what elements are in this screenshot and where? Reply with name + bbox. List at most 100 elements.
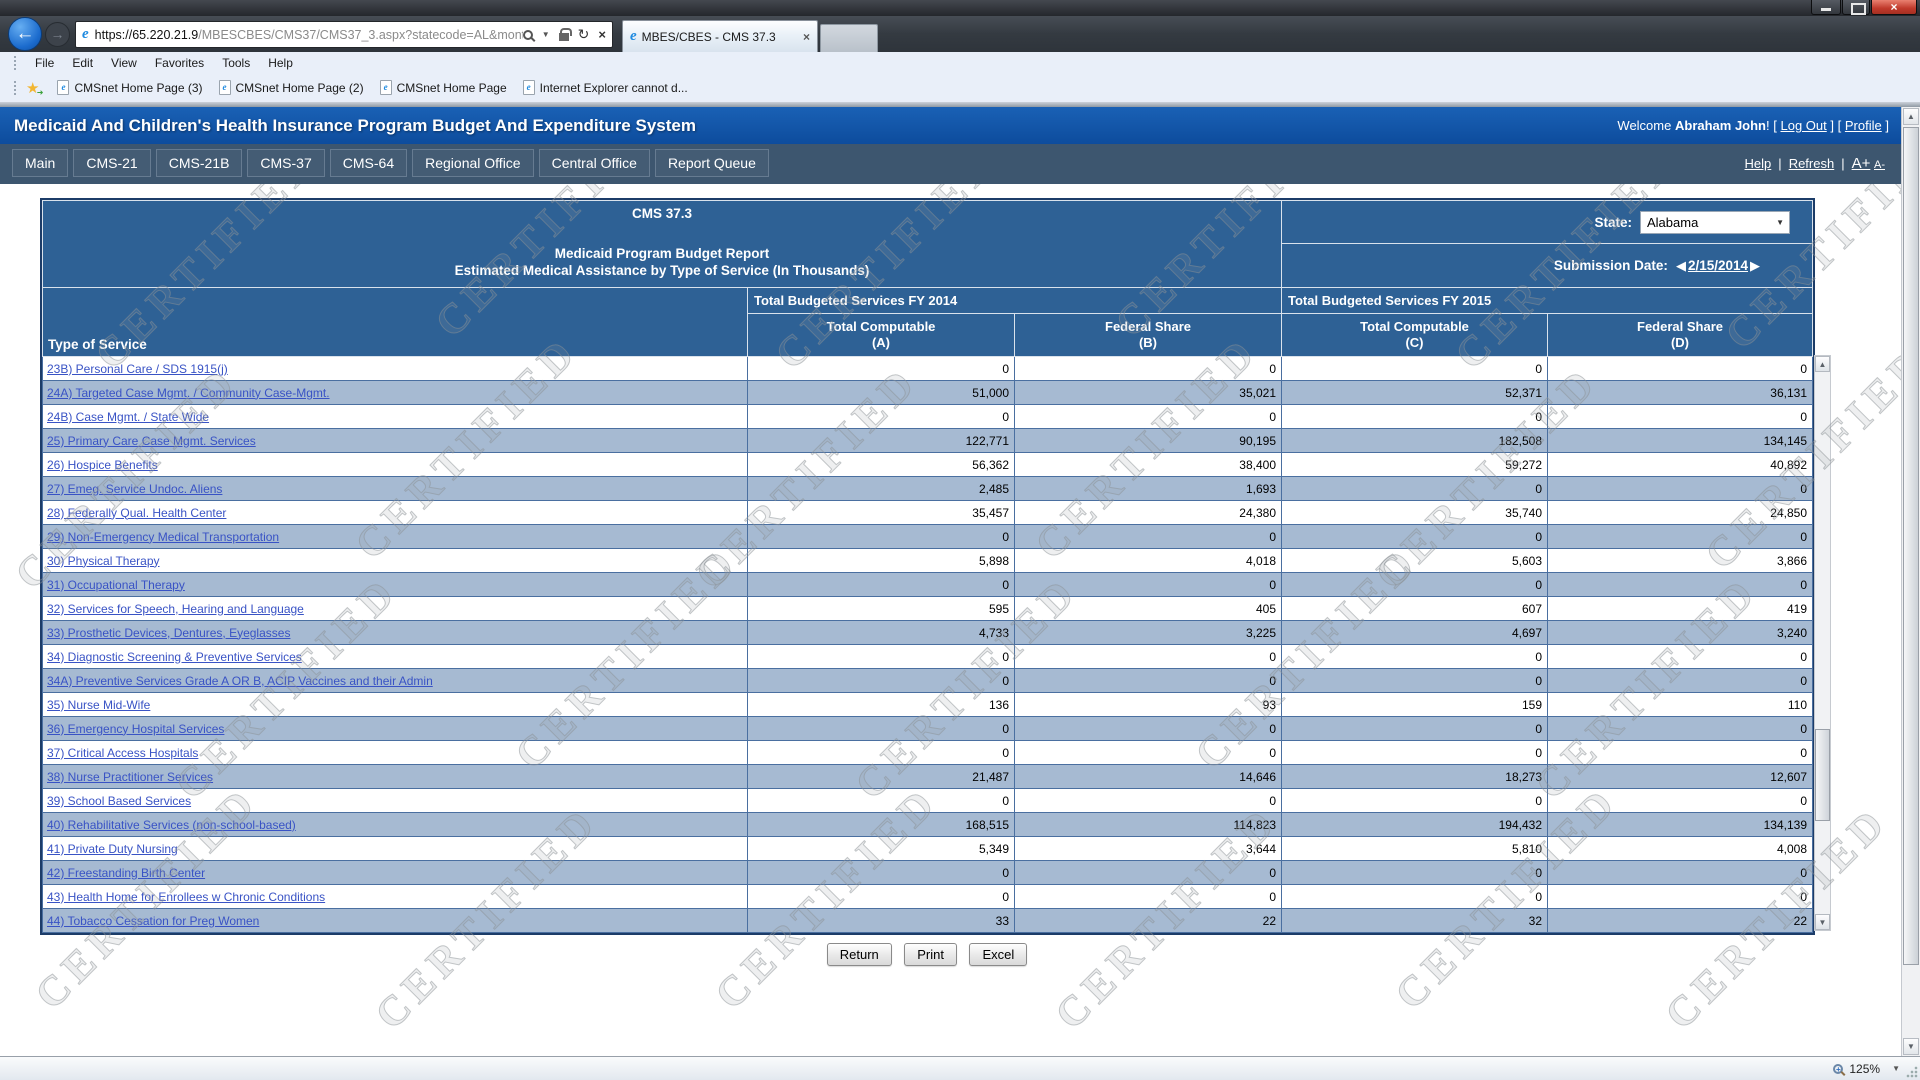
nav-tab-cms21[interactable]: CMS-21 [73,149,151,177]
url-text: https://65.220.21.9/MBESCBES/CMS37/CMS37… [95,28,523,42]
service-link[interactable]: 27) Emeg. Service Undoc. Aliens [47,482,222,496]
service-link[interactable]: 40) Rehabilitative Services (non-school-… [47,818,296,832]
value-cell: 24,380 [1014,500,1282,525]
scroll-up-icon[interactable]: ▲ [1815,356,1830,372]
service-link[interactable]: 34A) Preventive Services Grade A OR B, A… [47,674,433,688]
service-link[interactable]: 37) Critical Access Hospitals [47,746,198,760]
service-link[interactable]: 23B) Personal Care / SDS 1915(j) [47,362,228,376]
service-link[interactable]: 26) Hospice Benefits [47,458,158,472]
favorite-link[interactable]: e Internet Explorer cannot d... [515,78,696,97]
service-link[interactable]: 34) Diagnostic Screening & Preventive Se… [47,650,302,664]
service-link[interactable]: 32) Services for Speech, Hearing and Lan… [47,602,304,616]
service-link[interactable]: 31) Occupational Therapy [47,578,185,592]
window-scrollbar-thumb[interactable] [1903,127,1919,965]
nav-tab-cms64[interactable]: CMS-64 [329,149,408,177]
table-row: 43) Health Home for Enrollees w Chronic … [42,884,1813,909]
menu-edit[interactable]: Edit [63,54,102,72]
nav-tab-report-queue[interactable]: Report Queue [654,149,769,177]
nav-tab-main[interactable]: Main [12,149,69,177]
service-link[interactable]: 43) Health Home for Enrollees w Chronic … [47,890,325,904]
state-dropdown[interactable]: Alabama ▼ [1640,210,1790,234]
window-titlebar [0,0,1920,16]
submission-date-link[interactable]: 2/15/2014 [1688,258,1748,273]
favorite-link[interactable]: e CMSnet Home Page (3) [49,78,210,97]
next-date-icon[interactable]: ▶ [1750,258,1760,274]
table-scrollbar[interactable]: ▲ ▼ [1814,355,1831,931]
stop-icon[interactable]: × [598,27,606,42]
zoom-control[interactable]: + 125% ▼ [1833,1057,1900,1080]
value-cell: 3,866 [1547,548,1813,573]
table-row: 27) Emeg. Service Undoc. Aliens 2,485 1,69… [42,476,1813,501]
column-header-type-of-service: Type of Service [42,287,748,357]
service-link[interactable]: 24B) Case Mgmt. / State Wide [47,410,209,424]
service-link[interactable]: 36) Emergency Hospital Services [47,722,224,736]
state-value: Alabama [1647,214,1699,230]
menu-tools[interactable]: Tools [213,54,259,72]
refresh-icon[interactable]: ↻ [578,26,590,43]
service-link[interactable]: 35) Nurse Mid-Wife [47,698,150,712]
service-label-cell: 33) Prosthetic Devices, Dentures, Eyegla… [42,620,748,645]
menu-favorites[interactable]: Favorites [146,54,213,72]
service-link[interactable]: 33) Prosthetic Devices, Dentures, Eyegla… [47,626,290,640]
service-link[interactable]: 42) Freestanding Birth Center [47,866,205,880]
new-tab-button[interactable] [820,24,878,52]
table-row: 31) Occupational Therapy 0 0 0 0 [42,572,1813,597]
nav-tab-central-office[interactable]: Central Office [538,149,650,177]
window-scrollbar[interactable]: ▲ ▼ [1901,107,1920,1056]
font-decrease-link[interactable]: A- [1874,159,1885,171]
browser-tab[interactable]: e MBES/CBES - CMS 37.3 × [622,20,818,52]
help-link[interactable]: Help [1745,156,1772,171]
tab-close-icon[interactable]: × [803,30,810,44]
service-link[interactable]: 44) Tobacco Cessation for Preg Women [47,914,259,928]
search-icon[interactable] [522,29,533,40]
print-button[interactable]: Print [904,943,957,966]
service-label-cell: 34) Diagnostic Screening & Preventive Se… [42,644,748,669]
table-scrollbar-thumb[interactable] [1815,729,1830,821]
favorite-link[interactable]: e CMSnet Home Page (2) [211,78,372,97]
scroll-down-icon[interactable]: ▼ [1815,914,1830,930]
profile-link[interactable]: Profile [1845,118,1882,133]
address-bar[interactable]: e https://65.220.21.9/MBESCBES/CMS37/CMS… [75,21,613,48]
value-cell: 182,508 [1281,428,1548,453]
scroll-down-icon[interactable]: ▼ [1903,1038,1919,1055]
service-link[interactable]: 24A) Targeted Case Mgmt. / Community Cas… [47,386,330,400]
url-domain: https://65.220.21.9 [94,27,199,42]
service-label-cell: 29) Non-Emergency Medical Transportation [42,524,748,549]
forward-button[interactable]: → [45,22,70,47]
logout-link[interactable]: Log Out [1781,118,1827,133]
value-cell: 0 [1547,740,1813,765]
menu-file[interactable]: File [26,54,63,72]
value-cell: 0 [1281,788,1548,813]
scroll-up-icon[interactable]: ▲ [1903,108,1919,125]
address-dropdown-icon[interactable]: ▼ [542,30,550,39]
menu-help[interactable]: Help [259,54,302,72]
favorites-star-icon[interactable]: ★ [26,79,44,97]
excel-button[interactable]: Excel [969,943,1028,966]
maximize-button[interactable] [1842,0,1870,15]
value-cell: 12,607 [1547,764,1813,789]
nav-tab-regional-office[interactable]: Regional Office [412,149,534,177]
prev-date-icon[interactable]: ◀ [1676,258,1686,274]
resize-grip[interactable] [1906,1066,1918,1078]
return-button[interactable]: Return [826,943,892,966]
service-link[interactable]: 30) Physical Therapy [47,554,160,568]
service-link[interactable]: 39) School Based Services [47,794,191,808]
minimize-button[interactable] [1811,0,1841,15]
zoom-dropdown-icon[interactable]: ▼ [1892,1064,1900,1073]
nav-tab-cms37[interactable]: CMS-37 [247,149,325,177]
font-increase-link[interactable]: A+ [1852,155,1871,172]
back-button[interactable]: ← [8,17,42,51]
menu-view[interactable]: View [102,54,146,72]
service-link[interactable]: 29) Non-Emergency Medical Transportation [47,530,279,544]
service-link[interactable]: 38) Nurse Practitioner Services [47,770,213,784]
url-path: /MBESCBES/CMS37/CMS37_3.aspx?statecode=A… [198,27,523,42]
table-row: 35) Nurse Mid-Wife 136 93 159 110 [42,692,1813,717]
refresh-link[interactable]: Refresh [1789,156,1835,171]
favorite-link[interactable]: e CMSnet Home Page [372,78,515,97]
service-link[interactable]: 25) Primary Care Case Mgmt. Services [47,434,256,448]
value-cell: 0 [1281,860,1548,885]
service-link[interactable]: 28) Federally Qual. Health Center [47,506,226,520]
service-link[interactable]: 41) Private Duty Nursing [47,842,178,856]
nav-tab-cms21b[interactable]: CMS-21B [155,149,243,177]
close-window-button[interactable]: × [1871,0,1917,15]
